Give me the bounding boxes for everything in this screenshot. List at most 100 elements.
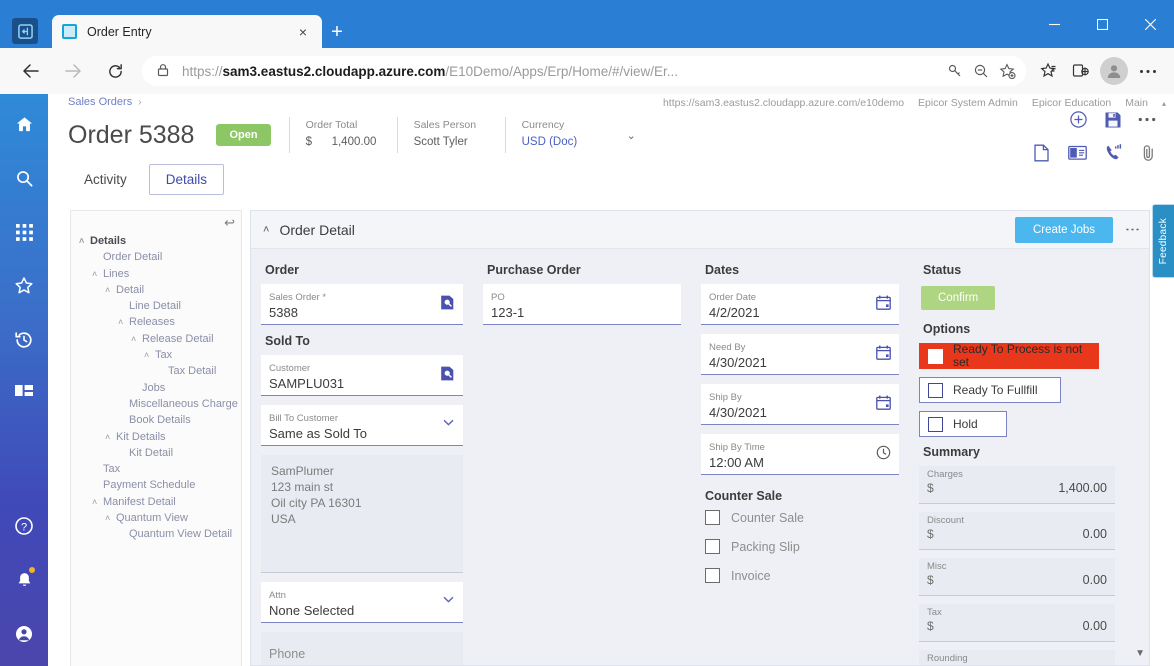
chevron-collapse-icon[interactable]: ˄ [105, 510, 116, 526]
calendar-icon[interactable] [876, 295, 891, 310]
tree-item[interactable]: Quantum View Detail [71, 526, 241, 542]
tree-item[interactable]: ˄ Detail [71, 282, 241, 298]
collapse-panel-icon[interactable]: ↩ [224, 215, 235, 231]
profile-avatar-icon[interactable] [1100, 57, 1128, 85]
tab-details[interactable]: Details [148, 164, 225, 195]
add-favorite-icon[interactable] [994, 58, 1020, 84]
phone-field[interactable]: Phone [261, 632, 463, 665]
clock-icon[interactable] [876, 445, 891, 460]
forward-arrow-icon[interactable] [57, 55, 89, 87]
sales-order-field[interactable]: Sales Order * 5388 [261, 284, 463, 325]
customer-field[interactable]: Customer SAMPLU031 [261, 355, 463, 396]
card-more-icon[interactable]: ⋮ [1124, 222, 1141, 237]
save-floppy-icon[interactable] [1104, 111, 1122, 129]
password-key-icon[interactable] [942, 58, 968, 84]
date-field[interactable]: Ship By Time 12:00 AM [701, 434, 899, 475]
chevron-collapse-icon[interactable]: ˄ [92, 494, 103, 510]
counter-sale-checkbox[interactable]: Invoice [705, 568, 899, 583]
document-icon[interactable] [1033, 144, 1050, 162]
chevron-collapse-icon[interactable]: ˄ [79, 233, 90, 249]
date-field[interactable]: Need By 4/30/2021 [701, 334, 899, 375]
tree-item[interactable]: ˄ Lines [71, 266, 241, 282]
checkbox-icon[interactable] [705, 510, 720, 525]
user-account-icon[interactable] [4, 614, 44, 654]
bill-to-customer-field[interactable]: Bill To Customer Same as Sold To [261, 405, 463, 446]
attachment-clip-icon[interactable] [1141, 144, 1156, 162]
counter-sale-checkbox[interactable]: Packing Slip [705, 539, 899, 554]
tree-item[interactable]: ˄ Kit Details [71, 429, 241, 445]
counter-sale-checkbox[interactable]: Counter Sale [705, 510, 899, 525]
more-options-icon[interactable] [1132, 55, 1164, 87]
search-icon[interactable] [4, 158, 44, 198]
zoom-out-icon[interactable] [968, 58, 994, 84]
collections-icon[interactable] [1032, 55, 1064, 87]
checkbox-icon[interactable] [928, 348, 943, 364]
tree-item[interactable]: ˄ Details [71, 233, 241, 249]
maximize-icon[interactable] [1078, 0, 1126, 48]
summary-row[interactable]: Rounding$0.00 [919, 650, 1115, 665]
breadcrumb[interactable]: Sales Orders › [68, 96, 142, 108]
attn-field[interactable]: Attn None Selected [261, 582, 463, 623]
tree-item[interactable]: Book Details [71, 412, 241, 428]
date-field[interactable]: Ship By 4/30/2021 [701, 384, 899, 425]
more-horizontal-icon[interactable] [1138, 117, 1156, 122]
tree-item[interactable]: Miscellaneous Charge [71, 396, 241, 412]
apps-grid-icon[interactable] [4, 212, 44, 252]
tab-activity[interactable]: Activity [68, 165, 143, 194]
tree-item[interactable]: Kit Detail [71, 445, 241, 461]
notifications-bell-icon[interactable] [4, 560, 44, 600]
summary-row[interactable]: Tax $0.00 [919, 604, 1115, 642]
close-window-icon[interactable] [1126, 0, 1174, 48]
tree-item[interactable]: Tax [71, 461, 241, 477]
new-tab-button[interactable]: + [326, 22, 348, 44]
summary-row[interactable]: Discount $0.00 [919, 512, 1115, 550]
tree-item[interactable]: Tax Detail [71, 363, 241, 379]
close-icon[interactable]: × [294, 23, 312, 41]
chevron-collapse-icon[interactable]: ˄ [131, 331, 142, 347]
tree-item[interactable]: Line Detail [71, 298, 241, 314]
help-icon[interactable]: ? [4, 506, 44, 546]
tree-item[interactable]: ˄ Manifest Detail [71, 494, 241, 510]
option-checkbox-row[interactable]: Ready To Process is not set [919, 343, 1099, 369]
scroll-down-icon[interactable]: ▼ [1135, 648, 1145, 659]
calendar-icon[interactable] [876, 395, 891, 410]
add-circle-icon[interactable] [1069, 110, 1088, 129]
chevron-collapse-icon[interactable]: ˄ [118, 314, 129, 330]
back-arrow-icon[interactable] [15, 55, 47, 87]
history-icon[interactable] [4, 320, 44, 360]
lookup-icon[interactable] [440, 295, 455, 310]
confirm-button[interactable]: Confirm [921, 286, 996, 310]
summary-row[interactable]: Misc $0.00 [919, 558, 1115, 596]
breadcrumb-sales-orders[interactable]: Sales Orders [68, 96, 132, 108]
phone-icon[interactable] [1105, 144, 1123, 162]
collapse-card-icon[interactable]: ˄ [263, 224, 269, 236]
tree-item[interactable]: Payment Schedule [71, 477, 241, 493]
summary-row[interactable]: Charges $1,400.00 [919, 466, 1115, 504]
collapse-strip-icon[interactable]: ▴ [1162, 99, 1166, 108]
tree-item[interactable]: ˄ Release Detail [71, 331, 241, 347]
chevron-down-icon[interactable]: ⌄ [627, 129, 636, 142]
option-checkbox-row[interactable]: Ready To Fullfill [919, 377, 1061, 403]
chevron-down-icon[interactable] [442, 416, 455, 429]
address-bar[interactable]: https://sam3.eastus2.cloudapp.azure.com/… [142, 56, 1026, 86]
chevron-collapse-icon[interactable]: ˄ [105, 429, 116, 445]
po-field[interactable]: PO 123-1 [483, 284, 681, 325]
checkbox-icon[interactable] [928, 416, 943, 432]
browser-tab[interactable]: Order Entry × [52, 15, 322, 48]
tree-item[interactable]: ˄ Tax [71, 347, 241, 363]
calendar-icon[interactable] [876, 345, 891, 360]
address-textarea[interactable]: SamPlumer 123 main st Oil city PA 16301 … [261, 455, 463, 573]
tree-item[interactable]: ˄ Quantum View [71, 510, 241, 526]
checkbox-icon[interactable] [705, 568, 720, 583]
checkbox-icon[interactable] [705, 539, 720, 554]
chevron-collapse-icon[interactable]: ˄ [105, 282, 116, 298]
lookup-icon[interactable] [440, 366, 455, 381]
home-icon[interactable] [4, 104, 44, 144]
tree-item[interactable]: ˄ Releases [71, 314, 241, 330]
dashboard-tiles-icon[interactable] [4, 374, 44, 414]
date-field[interactable]: Order Date 4/2/2021 [701, 284, 899, 325]
minimize-icon[interactable] [1030, 0, 1078, 48]
split-screen-icon[interactable] [1064, 55, 1096, 87]
option-checkbox-row[interactable]: Hold [919, 411, 1007, 437]
checkbox-icon[interactable] [928, 382, 943, 398]
